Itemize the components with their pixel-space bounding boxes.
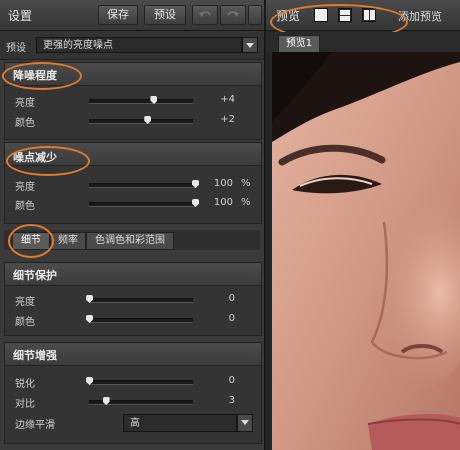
dp-color-label: 颜色 [15,317,35,328]
de-contrast-label: 对比 [15,399,35,410]
dp-color-slider[interactable] [89,318,193,323]
undo-button[interactable] [192,5,218,25]
detail-protect-title: 细节保护 [13,269,57,282]
np-color-slider[interactable] [89,202,195,207]
tab-frequency[interactable]: 频率 [50,232,86,250]
redo-button[interactable] [220,5,246,25]
save-button[interactable]: 保存 [98,5,138,25]
highlight-oval [6,146,90,176]
de-sharpen-value: 0 [228,375,235,386]
nr-color-slider[interactable] [89,119,193,124]
preset-label: 预设 [6,43,26,54]
dp-brightness-value: 0 [228,293,235,304]
edge-dropdown-button[interactable] [237,414,253,432]
undo-icon [199,11,211,17]
dp-brightness-slider[interactable] [89,298,193,303]
tab-tone-color-range[interactable]: 色调色和彩范围 [86,232,174,250]
np-color-unit: % [241,197,251,208]
preset-row: 预设 更强的亮度噪点 [0,31,264,60]
preset-select[interactable]: 更强的亮度噪点 [36,37,242,53]
dp-color-value: 0 [228,313,235,324]
nr-color-value: +2 [220,114,235,125]
highlight-oval [2,62,82,90]
np-color-value: 100 [213,197,233,208]
np-color-label: 颜色 [15,201,35,212]
detail-enhance-section: 细节增强 锐化 0 对比 3 边缘平滑 高 [4,342,262,444]
detail-protect-section: 细节保护 亮度 0 颜色 0 [4,262,262,336]
np-brightness-value: 100 [213,178,233,189]
preset-button[interactable]: 预设 [144,5,186,25]
dp-brightness-label: 亮度 [15,297,35,308]
np-brightness-unit: % [241,178,251,189]
preview-image[interactable] [272,52,460,450]
nr-brightness-label: 亮度 [15,98,35,109]
np-brightness-label: 亮度 [15,182,35,193]
np-brightness-slider[interactable] [89,183,195,188]
detail-enhance-header[interactable]: 细节增强 [5,343,261,366]
highlight-oval [8,224,54,258]
settings-toolbar: 设置 保存 预设 [0,0,264,31]
de-contrast-value: 3 [228,395,235,406]
tab-preview-1[interactable]: 预览1 [278,35,320,53]
redo-icon [227,11,239,17]
preview-tab-bar: 预览1 [266,32,460,53]
de-sharpen-slider[interactable] [89,380,193,385]
detail-protect-header[interactable]: 细节保护 [5,263,261,286]
nr-brightness-slider[interactable] [89,99,193,104]
preset-dropdown-button[interactable] [242,37,258,53]
toolbar-menu-button[interactable] [248,5,262,25]
edge-smoothing-select[interactable]: 高 [123,414,237,432]
nr-brightness-value: +4 [220,94,235,105]
nr-color-label: 颜色 [15,118,35,129]
settings-title: 设置 [8,9,33,23]
detail-enhance-title: 细节增强 [13,349,57,362]
de-sharpen-label: 锐化 [15,379,35,390]
de-edge-label: 边缘平滑 [15,420,55,431]
face-photo [272,52,460,450]
